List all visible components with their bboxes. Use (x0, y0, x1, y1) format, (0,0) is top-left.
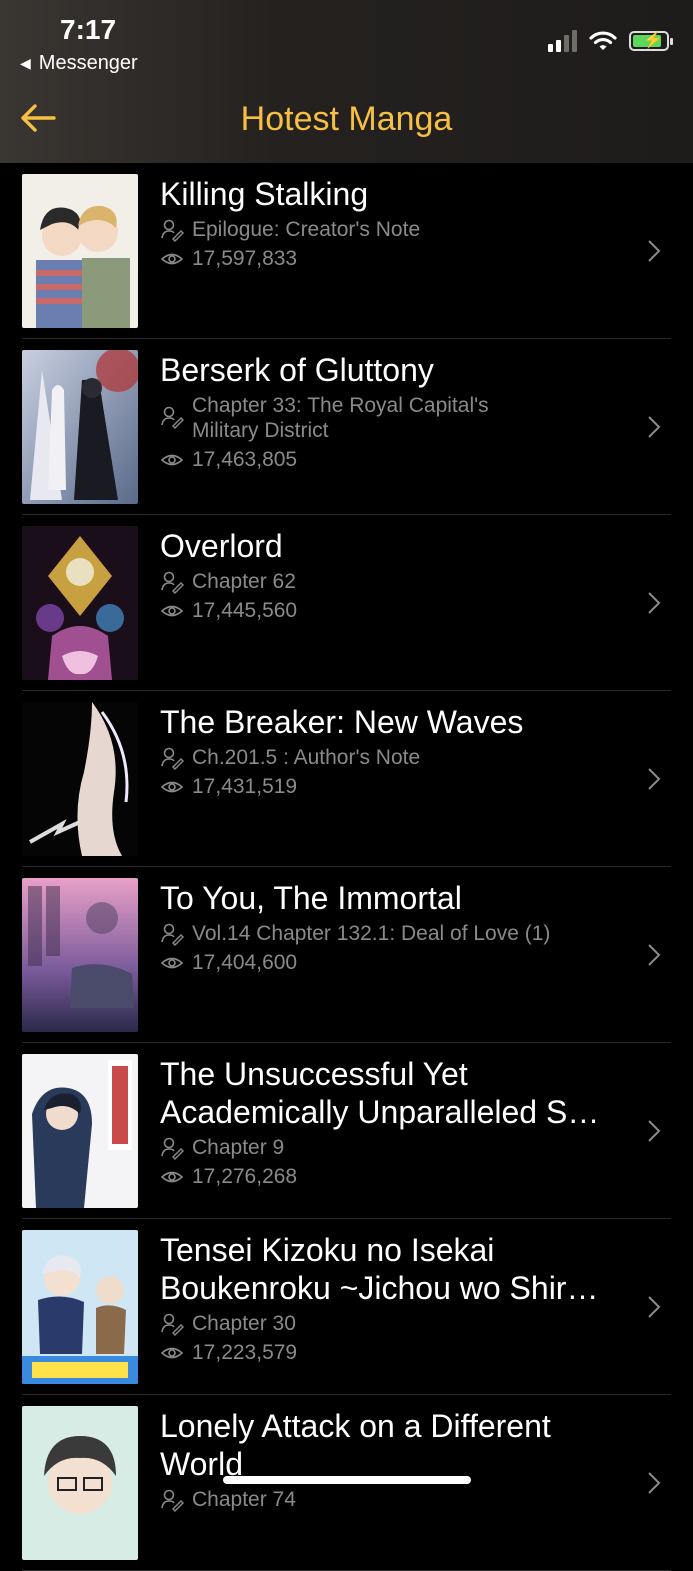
manga-row[interactable]: Killing Stalking Epilogue: Creator's Not… (0, 163, 693, 339)
manga-cover-image (22, 878, 138, 1032)
status-time: 7:17 (60, 14, 117, 45)
manga-cover-image (22, 350, 138, 504)
manga-latest-chapter: Ch.201.5 : Author's Note (192, 746, 421, 769)
home-indicator[interactable] (223, 1476, 471, 1484)
chevron-right-icon (648, 592, 661, 614)
manga-view-count: 17,597,833 (192, 247, 298, 270)
manga-cover-image (22, 1406, 138, 1560)
manga-view-count: 17,445,560 (192, 599, 298, 622)
chapter-icon (161, 1137, 184, 1160)
chapter-icon (161, 406, 184, 429)
views-eye-icon (160, 781, 184, 793)
manga-latest-chapter: Chapter 62 (192, 570, 296, 593)
manga-title: To You, The Immortal (160, 880, 462, 916)
chapter-icon (161, 1313, 184, 1336)
manga-latest-chapter: Chapter 30 (192, 1312, 296, 1335)
manga-row[interactable]: Tensei Kizoku no Isekai Boukenroku ~Jich… (0, 1219, 693, 1395)
manga-latest-chapter: Epilogue: Creator's Note (192, 218, 421, 241)
cellular-signal-icon (548, 30, 577, 52)
views-eye-icon (160, 1347, 184, 1359)
manga-title: Tensei Kizoku no Isekai Boukenroku ~Jich… (160, 1232, 599, 1306)
page-title: Hotest Manga (240, 100, 453, 138)
manga-latest-chapter: Chapter 33: The Royal Capital's Military… (192, 394, 489, 442)
chapter-icon (161, 571, 184, 594)
back-triangle-icon: ◀ (20, 55, 31, 71)
header: 7:17 ◀ Messenger ⚡ Hotest Manga (0, 0, 693, 163)
back-to-messenger-link[interactable]: ◀ Messenger (20, 52, 138, 75)
chevron-right-icon (648, 944, 661, 966)
manga-list: Killing Stalking Epilogue: Creator's Not… (0, 163, 693, 1571)
manga-cover-image (22, 174, 138, 328)
chapter-icon (161, 1489, 184, 1512)
chevron-right-icon (648, 768, 661, 790)
manga-view-count: 17,223,579 (192, 1341, 298, 1364)
manga-view-count: 17,463,805 (192, 448, 298, 471)
views-eye-icon (160, 605, 184, 617)
chevron-right-icon (648, 240, 661, 262)
manga-cover-image (22, 1054, 138, 1208)
manga-view-count: 17,431,519 (192, 775, 298, 798)
manga-row[interactable]: Overlord Chapter 62 17,445,560 (0, 515, 693, 691)
manga-row[interactable]: To You, The Immortal Vol.14 Chapter 132.… (0, 867, 693, 1043)
chapter-icon (161, 923, 184, 946)
manga-title: Overlord (160, 528, 283, 564)
views-eye-icon (160, 253, 184, 265)
chevron-right-icon (648, 416, 661, 438)
wifi-icon (589, 31, 617, 50)
manga-title: Killing Stalking (160, 176, 369, 212)
manga-view-count: 17,404,600 (192, 951, 298, 974)
manga-row[interactable]: The Breaker: New Waves Ch.201.5 : Author… (0, 691, 693, 867)
views-eye-icon (160, 1171, 184, 1183)
manga-title: The Breaker: New Waves (160, 704, 524, 740)
views-eye-icon (160, 454, 184, 466)
views-eye-icon (160, 957, 184, 969)
manga-latest-chapter: Vol.14 Chapter 132.1: Deal of Love (1) (192, 922, 551, 945)
manga-title: Lonely Attack on a Different World (160, 1408, 551, 1482)
manga-cover-image (22, 526, 138, 680)
chevron-right-icon (648, 1296, 661, 1318)
status-icons: ⚡ (548, 30, 673, 52)
chapter-icon (161, 747, 184, 770)
manga-latest-chapter: Chapter 9 (192, 1136, 285, 1159)
manga-cover-image (22, 702, 138, 856)
chapter-icon (161, 219, 184, 242)
manga-title: The Unsuccessful Yet Academically Unpara… (160, 1056, 600, 1130)
back-app-label: Messenger (38, 52, 138, 74)
manga-row[interactable]: The Unsuccessful Yet Academically Unpara… (0, 1043, 693, 1219)
chevron-right-icon (648, 1472, 661, 1494)
manga-title: Berserk of Gluttony (160, 352, 434, 388)
manga-view-count: 17,276,268 (192, 1165, 298, 1188)
battery-charging-icon: ⚡ (629, 31, 673, 51)
manga-row[interactable]: Berserk of Gluttony Chapter 33: The Roya… (0, 339, 693, 515)
chevron-right-icon (648, 1120, 661, 1142)
manga-cover-image (22, 1230, 138, 1384)
